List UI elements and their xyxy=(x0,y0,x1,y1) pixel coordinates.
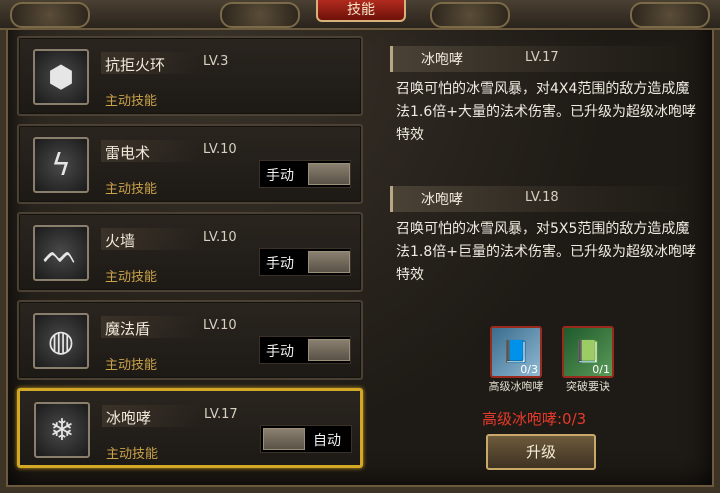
cast-mode-label: 手动 xyxy=(266,256,294,272)
next-level-header: 冰咆哮 LV.18 xyxy=(390,186,690,212)
skill-level: LV.17 xyxy=(204,407,238,422)
skill-detail-panel: 冰咆哮 LV.17 召唤可怕的冰雪风暴，对4X4范围的敌方造成魔法1.6倍+大量… xyxy=(372,32,712,480)
skill-name: 雷电术 xyxy=(105,144,151,162)
skill-level: LV.3 xyxy=(203,54,229,69)
ornament-mid-left-icon xyxy=(220,2,300,28)
skill-type: 主动技能 xyxy=(105,94,158,109)
toggle-slot xyxy=(308,339,350,361)
fire-ring-icon: ⬢ xyxy=(33,49,89,105)
ornament-mid-right-icon xyxy=(430,2,510,28)
next-level-description: 召唤可怕的冰雪风暴，对5X5范围的敌方造成魔法1.8倍+巨量的法术伤害。已升级为… xyxy=(396,221,696,283)
ice-book-icon: 📘 xyxy=(502,339,530,365)
cast-mode-label: 手动 xyxy=(266,344,294,360)
detail-skill-level: LV.18 xyxy=(525,190,559,205)
magic-shield-icon: ◍ xyxy=(33,313,89,369)
material-count: 0/1 xyxy=(592,363,610,376)
snowflake-icon: ❄ xyxy=(34,402,90,458)
cast-mode-toggle[interactable]: 自动 xyxy=(260,425,352,453)
current-level-description: 召唤可怕的冰雪风暴，对4X4范围的敌方造成魔法1.6倍+大量的法术伤害。已升级为… xyxy=(396,81,696,143)
material-item-breakthrough-book[interactable]: 📗 0/1 xyxy=(562,326,614,378)
material-label: 突破要诀 xyxy=(566,380,610,393)
cast-mode-toggle[interactable]: 手动 xyxy=(259,160,351,188)
skill-row-fire-ring[interactable]: ⬢ 抗拒火环 LV.3 主动技能 xyxy=(17,36,363,116)
window-title: 技能 xyxy=(316,0,406,22)
material-item-ice-book[interactable]: 📘 0/3 xyxy=(490,326,542,378)
upgrade-button[interactable]: 升级 xyxy=(486,434,596,470)
cast-mode-toggle[interactable]: 手动 xyxy=(259,248,351,276)
skill-type: 主动技能 xyxy=(105,182,158,197)
skill-level: LV.10 xyxy=(203,318,237,333)
ornament-right-icon xyxy=(630,2,710,28)
fire-wall-icon: ᨓ xyxy=(33,225,89,281)
material-count: 0/3 xyxy=(520,363,538,376)
skill-row-fire-wall[interactable]: ᨓ 火墙 LV.10 主动技能 手动 xyxy=(17,212,363,292)
skill-row-magic-shield[interactable]: ◍ 魔法盾 LV.10 主动技能 手动 xyxy=(17,300,363,380)
skill-name: 冰咆哮 xyxy=(106,409,152,427)
skill-name: 火墙 xyxy=(105,232,136,250)
cast-mode-label: 自动 xyxy=(313,433,341,449)
skill-row-ice-roar[interactable]: ❄ 冰咆哮 LV.17 主动技能 自动 xyxy=(17,388,363,468)
ornament-left-icon xyxy=(10,2,90,28)
current-level-header: 冰咆哮 LV.17 xyxy=(390,46,690,72)
skill-name: 魔法盾 xyxy=(105,320,151,338)
toggle-slot xyxy=(308,251,350,273)
skill-list: ⬢ 抗拒火环 LV.3 主动技能 ϟ 雷电术 LV.10 主动技能 手动 ᨓ 火… xyxy=(12,32,364,480)
material-label: 高级冰咆哮 xyxy=(488,380,544,393)
toggle-slot xyxy=(308,163,350,185)
detail-skill-name: 冰咆哮 xyxy=(421,192,463,208)
detail-skill-level: LV.17 xyxy=(525,50,559,65)
skill-type: 主动技能 xyxy=(106,447,159,462)
cast-mode-label: 手动 xyxy=(266,168,294,184)
skill-name: 抗拒火环 xyxy=(105,56,166,74)
toggle-slot xyxy=(263,428,305,450)
skill-type: 主动技能 xyxy=(105,358,158,373)
skill-level: LV.10 xyxy=(203,230,237,245)
breakthrough-book-icon: 📗 xyxy=(574,339,602,365)
skill-level: LV.10 xyxy=(203,142,237,157)
upgrade-requirement-status: 高级冰咆哮:0/3 xyxy=(482,410,587,428)
detail-skill-name: 冰咆哮 xyxy=(421,52,463,68)
skill-row-lightning[interactable]: ϟ 雷电术 LV.10 主动技能 手动 xyxy=(17,124,363,204)
lightning-icon: ϟ xyxy=(33,137,89,193)
cast-mode-toggle[interactable]: 手动 xyxy=(259,336,351,364)
skill-type: 主动技能 xyxy=(105,270,158,285)
